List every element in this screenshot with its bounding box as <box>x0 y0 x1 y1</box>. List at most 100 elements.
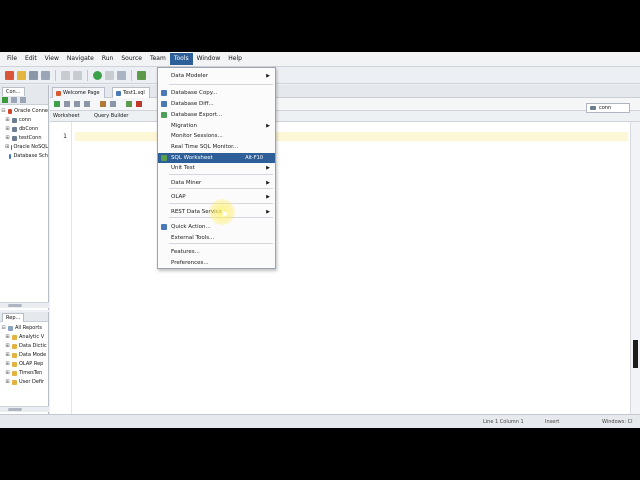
expander-icon[interactable]: ⊞ <box>5 333 10 342</box>
expander-icon[interactable]: ⊞ <box>5 134 10 143</box>
sql-editor[interactable]: 1 <box>50 122 640 414</box>
sql-worksheet-icon[interactable] <box>137 70 146 80</box>
connection-selector[interactable]: conn <box>586 103 630 113</box>
scroll-thumb[interactable] <box>633 340 638 368</box>
menu-item-features[interactable]: Features... <box>158 247 275 257</box>
rollback-icon[interactable] <box>84 101 90 107</box>
tree-node[interactable]: ⊞ testConn <box>0 134 48 143</box>
menu-help[interactable]: Help <box>224 53 246 65</box>
menu-source[interactable]: Source <box>117 53 146 65</box>
node-icon <box>12 335 17 340</box>
menu-item-real-time-sql-monitor[interactable]: Real Time SQL Monitor... <box>158 142 275 152</box>
tree-node-label: OLAP Rep <box>19 361 44 367</box>
menu-edit[interactable]: Edit <box>21 53 41 65</box>
menu-navigate[interactable]: Navigate <box>63 53 98 65</box>
menu-item-data-modeler[interactable]: Data Modeler ▶ <box>158 71 275 81</box>
node-icon <box>12 344 17 349</box>
save-icon[interactable] <box>29 70 38 80</box>
clear-icon[interactable] <box>136 101 142 107</box>
debug-icon[interactable] <box>117 70 126 80</box>
tree-node-label: User Defir <box>19 379 45 385</box>
menu-file[interactable]: File <box>3 53 21 65</box>
tree-node[interactable]: ⊞ OLAP Rep <box>0 360 48 369</box>
tree-node-label: Data Mode <box>19 352 47 358</box>
reports-hscrollbar[interactable] <box>0 406 49 412</box>
tree-node[interactable]: ⊞ Data Mode <box>0 351 48 360</box>
expander-icon[interactable]: ⊞ <box>5 369 10 378</box>
menu-item-monitor-sessions[interactable]: Monitor Sessions... <box>158 131 275 141</box>
edit-mode: Insert <box>545 419 560 425</box>
expander-icon[interactable]: ⊞ <box>5 116 10 125</box>
tree-node[interactable]: ⊞ dbConn <box>0 125 48 134</box>
expander-icon[interactable]: ⊟ <box>1 107 6 116</box>
expander-icon[interactable]: ⊟ <box>1 324 6 333</box>
editor-vscrollbar[interactable] <box>630 122 640 414</box>
save-all-icon[interactable] <box>41 70 50 80</box>
run-icon[interactable] <box>93 70 102 80</box>
tree-node[interactable]: ⊞ conn <box>0 116 48 125</box>
open-icon[interactable] <box>17 70 26 80</box>
menu-item-preferences[interactable]: Preferences... <box>158 258 275 268</box>
worksheet-subtabs: Worksheet Query Builder <box>50 111 640 122</box>
connections-hscrollbar[interactable] <box>0 302 49 308</box>
expander-icon[interactable]: ⊞ <box>5 342 10 351</box>
tree-node[interactable]: ⊞ Oracle NoSQL <box>0 143 48 152</box>
expander-icon[interactable]: ⊞ <box>5 351 10 360</box>
document-tabs: Welcome Page Test1.sql <box>50 85 640 98</box>
tab-welcome-page[interactable]: Welcome Page <box>52 87 105 98</box>
tree-node[interactable]: ⊟ All Reports <box>0 324 48 333</box>
menu-item-migration[interactable]: Migration ▶ <box>158 121 275 131</box>
menu-item-label: OLAP <box>171 194 186 200</box>
node-icon <box>7 109 13 114</box>
menu-team[interactable]: Team <box>146 53 170 65</box>
menu-item-unit-test[interactable]: Unit Test ▶ <box>158 163 275 173</box>
menu-item-data-miner[interactable]: Data Miner ▶ <box>158 178 275 188</box>
tree-node[interactable]: ⊞ User Defir <box>0 378 48 387</box>
menu-window[interactable]: Window <box>193 53 225 65</box>
refresh-icon[interactable] <box>11 97 17 103</box>
connections-tab[interactable]: Con... <box>2 87 25 96</box>
sql-tuning-icon[interactable] <box>126 101 132 107</box>
tab-test1-sql[interactable]: Test1.sql <box>112 87 150 98</box>
dropdown-icon[interactable] <box>105 70 114 80</box>
menu-item-sql-worksheet[interactable]: SQL Worksheet Alt-F10 <box>158 153 275 163</box>
menu-item-database-export[interactable]: Database Export... <box>158 110 275 120</box>
menu-item-icon <box>161 224 167 230</box>
submenu-arrow-icon: ▶ <box>266 165 270 171</box>
menu-item-label: SQL Worksheet <box>171 155 213 161</box>
commit-icon[interactable] <box>74 101 80 107</box>
menu-tools[interactable]: Tools <box>169 53 193 65</box>
line-gutter: 1 <box>50 122 72 414</box>
menu-bar: File Edit View Navigate Run Source Team … <box>0 52 640 67</box>
undo-icon[interactable] <box>61 70 70 80</box>
tree-node[interactable]: ⊞ Data Dictic <box>0 342 48 351</box>
menu-item-label: Real Time SQL Monitor... <box>171 144 239 150</box>
expander-icon[interactable]: ⊞ <box>5 378 10 387</box>
redo-icon[interactable] <box>73 70 82 80</box>
tree-node[interactable]: ⊞ Analytic V <box>0 333 48 342</box>
tree-node[interactable]: ⊞ TimesTen <box>0 369 48 378</box>
add-connection-icon[interactable] <box>2 97 8 103</box>
tree-node[interactable]: Database Sch <box>0 152 48 161</box>
menu-item-database-diff[interactable]: Database Diff... <box>158 99 275 109</box>
submenu-arrow-icon: ▶ <box>266 194 270 200</box>
expander-icon[interactable]: ⊞ <box>5 125 10 134</box>
menu-item-database-copy[interactable]: Database Copy... <box>158 88 275 98</box>
tab-worksheet[interactable]: Worksheet <box>53 112 80 121</box>
menu-view[interactable]: View <box>41 53 63 65</box>
reports-tab[interactable]: Rep... <box>2 313 25 322</box>
menu-run[interactable]: Run <box>98 53 118 65</box>
filter-icon[interactable] <box>20 97 26 103</box>
tree-node[interactable]: ⊟ Oracle Conne <box>0 107 48 116</box>
explain-plan-icon[interactable] <box>100 101 106 107</box>
menu-item-external-tools[interactable]: External Tools... <box>158 233 275 243</box>
run-statement-icon[interactable] <box>54 101 60 107</box>
run-script-icon[interactable] <box>64 101 70 107</box>
autotrace-icon[interactable] <box>110 101 116 107</box>
expander-icon[interactable]: ⊞ <box>5 143 9 152</box>
new-icon[interactable] <box>5 70 14 80</box>
expander-icon[interactable]: ⊞ <box>5 360 10 369</box>
line-ending: Windows: Cl <box>602 419 633 425</box>
tab-query-builder[interactable]: Query Builder <box>94 112 128 121</box>
node-icon <box>12 118 17 123</box>
